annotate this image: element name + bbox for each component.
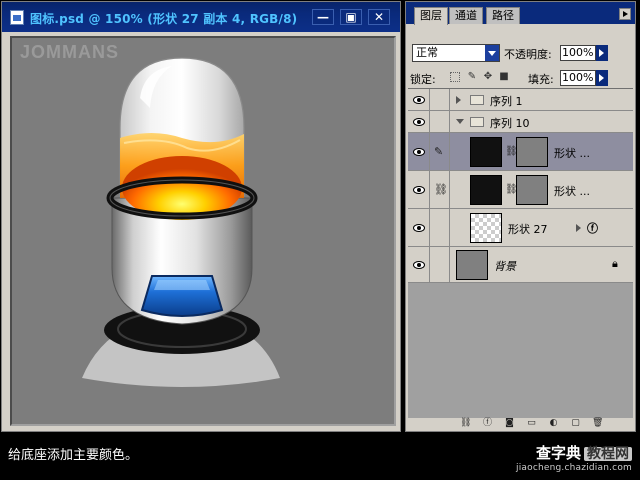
layers-panel: 图层 通道 路径 正常 不透明度: 100% 锁定: ✎ ✥ ■ 填充: 100… (405, 1, 636, 432)
layer-row-group-10[interactable]: 序列 10 (408, 111, 633, 133)
eye-icon[interactable] (413, 261, 425, 269)
panel-bottom-toolbar: ⛓ ⓕ ◙ ▭ ◐ ▢ 🗑︎ (408, 418, 633, 430)
effects-expand-icon[interactable] (576, 224, 581, 232)
layer-thumbnail[interactable] (470, 137, 502, 167)
link-icon: ⛓ (434, 183, 448, 196)
layer-thumbnail[interactable] (470, 175, 502, 205)
layer-name: 序列 1 (490, 95, 523, 108)
site-watermark: 查字典 教程网 jiaocheng.chazidian.com (516, 446, 632, 473)
layer-name: 形状 ... (554, 147, 590, 160)
canvas[interactable]: JOMMANS (10, 36, 396, 426)
layer-row-shape-selected[interactable]: ✎ ⛓ 形状 ... (408, 133, 633, 171)
close-button[interactable]: ✕ (368, 9, 390, 25)
opacity-label: 不透明度: (504, 48, 552, 61)
expand-arrow-icon[interactable] (456, 96, 461, 104)
lock-icon: 🔒︎ (612, 257, 618, 270)
lock-move-icon[interactable]: ✥ (482, 71, 494, 83)
layer-row-background[interactable]: 背景 🔒︎ (408, 247, 633, 283)
site-tag: 教程网 (584, 447, 632, 461)
link-cell[interactable]: ⛓ (430, 171, 450, 208)
brush-icon: ✎ (434, 145, 444, 158)
blend-mode-value: 正常 (416, 46, 438, 59)
site-name: 查字典 (535, 444, 581, 462)
layer-row-shape[interactable]: ⛓ ⛓ 形状 ... (408, 171, 633, 209)
eye-icon[interactable] (413, 118, 425, 126)
link-layers-icon[interactable]: ⛓ (460, 418, 471, 429)
visibility-cell (408, 89, 430, 110)
collapse-arrow-icon[interactable] (456, 119, 464, 124)
vector-mask-thumbnail[interactable] (516, 137, 548, 167)
layers-list: 序列 1 序列 10 ✎ ⛓ 形状 ... ⛓ ⛓ 形状 ... 形状 27 ⓕ… (408, 88, 633, 419)
layer-row-group-1[interactable]: 序列 1 (408, 89, 633, 111)
link-cell[interactable] (430, 89, 450, 110)
opacity-input[interactable]: 100% (560, 45, 596, 61)
add-mask-icon[interactable]: ◙ (504, 418, 515, 429)
maximize-button[interactable]: ▣ (340, 9, 362, 25)
eye-icon[interactable] (413, 186, 425, 194)
link-cell[interactable] (430, 111, 450, 132)
tab-channels[interactable]: 通道 (449, 7, 483, 24)
layer-thumbnail[interactable] (456, 250, 488, 280)
blend-mode-select[interactable]: 正常 (412, 44, 500, 62)
panel-tab-bar: 图层 通道 路径 (406, 2, 635, 25)
trash-icon[interactable]: 🗑︎ (592, 418, 603, 429)
panel-menu-icon[interactable] (619, 8, 631, 20)
layer-row-shape-27[interactable]: 形状 27 ⓕ (408, 209, 633, 247)
visibility-cell (408, 133, 430, 170)
site-url: jiaocheng.chazidian.com (516, 463, 632, 473)
link-cell[interactable] (430, 247, 450, 282)
document-title: 图标.psd @ 150% (形状 27 副本 4, RGB/8) (30, 12, 298, 26)
tutorial-caption: 给底座添加主要颜色。 (8, 448, 139, 463)
chevron-down-icon[interactable] (485, 45, 499, 61)
layer-name: 序列 10 (490, 117, 530, 130)
document-window: 图标.psd @ 150% (形状 27 副本 4, RGB/8) — ▣ ✕ … (1, 1, 401, 432)
layer-thumbnail[interactable] (470, 213, 502, 243)
folder-icon (470, 95, 484, 105)
visibility-cell (408, 209, 430, 246)
opacity-slider-button[interactable] (596, 45, 608, 61)
fill-slider-button[interactable] (596, 70, 608, 86)
minimize-button[interactable]: — (312, 9, 334, 25)
adjustment-layer-icon[interactable]: ◐ (548, 418, 559, 429)
eye-icon[interactable] (413, 148, 425, 156)
layer-name: 背景 (494, 260, 516, 273)
lock-brush-icon[interactable]: ✎ (466, 71, 478, 83)
new-layer-icon[interactable]: ▢ (570, 418, 581, 429)
link-cell[interactable]: ✎ (430, 133, 450, 170)
eye-icon[interactable] (413, 96, 425, 104)
tab-paths[interactable]: 路径 (486, 7, 520, 24)
visibility-cell (408, 171, 430, 208)
psd-file-icon (10, 10, 24, 25)
tab-layers[interactable]: 图层 (414, 7, 448, 25)
capsule-icon-artwork (82, 57, 280, 387)
eye-icon[interactable] (413, 224, 425, 232)
lock-label: 锁定: (410, 73, 436, 86)
lock-all-icon[interactable]: ■ (498, 71, 510, 83)
visibility-cell (408, 111, 430, 132)
link-cell[interactable] (430, 209, 450, 246)
fill-label: 填充: (528, 73, 554, 86)
add-style-icon[interactable]: ⓕ (482, 418, 493, 429)
layer-effects-icon[interactable]: ⓕ (587, 220, 598, 236)
layer-name: 形状 27 (508, 223, 548, 236)
lock-transparency-icon[interactable] (450, 72, 460, 82)
new-group-icon[interactable]: ▭ (526, 418, 537, 429)
fill-input[interactable]: 100% (560, 70, 596, 86)
document-title-bar[interactable]: 图标.psd @ 150% (形状 27 副本 4, RGB/8) — ▣ ✕ (2, 2, 400, 32)
vector-mask-thumbnail[interactable] (516, 175, 548, 205)
visibility-cell (408, 247, 430, 282)
folder-icon (470, 117, 484, 127)
layer-name: 形状 ... (554, 185, 590, 198)
